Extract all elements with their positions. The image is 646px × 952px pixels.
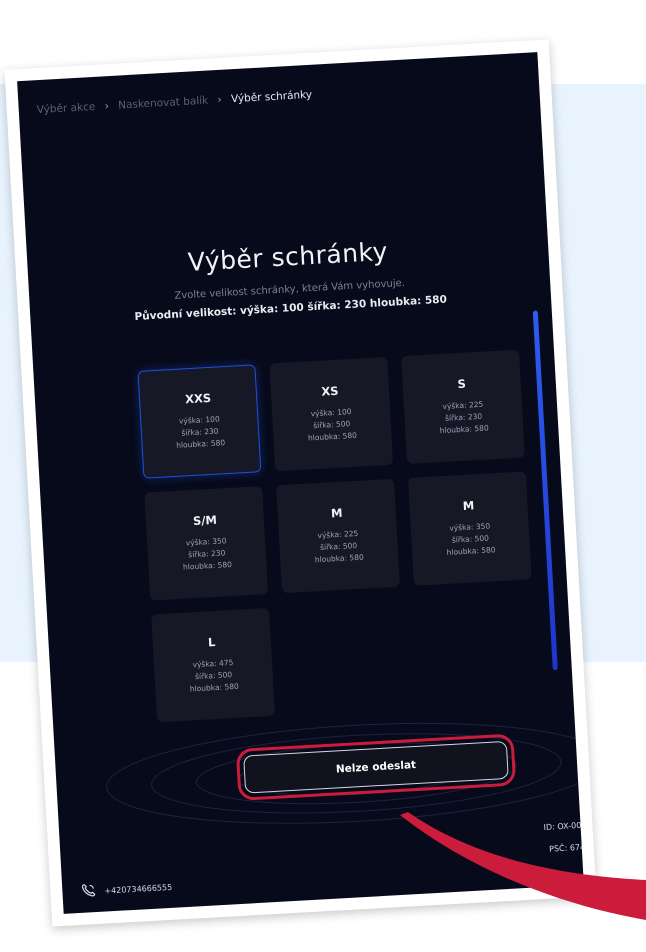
breadcrumb: Výběr akce › Naskenovat balík › Výběr sc… <box>36 89 312 116</box>
box-size-label: M <box>330 505 343 521</box>
breadcrumb-item-select-action[interactable]: Výběr akce <box>36 101 95 116</box>
box-size-label: M <box>462 498 475 513</box>
postal-code: PSČ: 674 01 <box>548 842 584 854</box>
box-depth: hloubka: 580 <box>314 552 364 565</box>
box-depth: hloubka: 580 <box>175 438 226 450</box>
kiosk-device: Výběr akce › Naskenovat balík › Výběr sc… <box>4 39 597 927</box>
box-size-card-m[interactable]: Mvýška: 350 šířka: 500 hloubka: 580 <box>407 471 532 586</box>
kiosk-screen: Výběr akce › Naskenovat balík › Výběr sc… <box>17 52 584 914</box>
box-size-label: S/M <box>192 512 218 529</box>
breadcrumb-separator: › <box>217 93 223 107</box>
phone-icon <box>80 882 97 901</box>
device-id: ID: OX-00694 <box>543 820 584 832</box>
box-size-card-xxs[interactable]: XXS výška: 100 šířka: 230 hloubka: 580 <box>137 364 262 479</box>
breadcrumb-separator: › <box>104 100 110 113</box>
send-button[interactable]: Nelze odeslat <box>236 731 516 804</box>
box-depth: hloubka: 580 <box>446 545 496 557</box>
box-depth: hloubka: 580 <box>439 423 489 436</box>
box-depth: hloubka: 580 <box>307 430 358 443</box>
breadcrumb-item-scan-package[interactable]: Naskenovat balík <box>118 95 209 112</box>
box-size-card-l[interactable]: Lvýška: 475 šířka: 500 hloubka: 580 <box>151 607 275 723</box>
box-size-card-m[interactable]: Mvýška: 225 šířka: 500 hloubka: 580 <box>276 478 400 594</box>
box-size-label: XXS <box>184 390 212 407</box>
box-size-label: XS <box>320 383 339 399</box>
box-size-label: L <box>207 635 216 650</box>
support-phone[interactable]: +420734666555 <box>80 878 173 901</box>
scrollbar-thumb[interactable] <box>532 310 558 671</box>
box-size-label: S <box>457 376 467 392</box>
box-depth: hloubka: 580 <box>182 559 233 572</box>
scrollbar[interactable] <box>532 310 558 671</box>
box-size-grid: XXS výška: 100 šířka: 230 hloubka: 580 XS výš… <box>137 349 538 723</box>
breadcrumb-item-select-box: Výběr schránky <box>230 88 313 106</box>
phone-number: +420734666555 <box>104 882 173 896</box>
box-size-card-s-m[interactable]: S/M výška: 350 šířka: 230 hloubka: 580 <box>144 486 269 601</box>
box-depth: hloubka: 580 <box>189 681 239 694</box>
box-size-card-s[interactable]: Svýška: 225 šířka: 230 hloubka: 580 <box>401 349 525 465</box>
box-size-card-xs[interactable]: XS výška: 100 šířka: 500 hloubka: 580 <box>269 356 394 472</box>
